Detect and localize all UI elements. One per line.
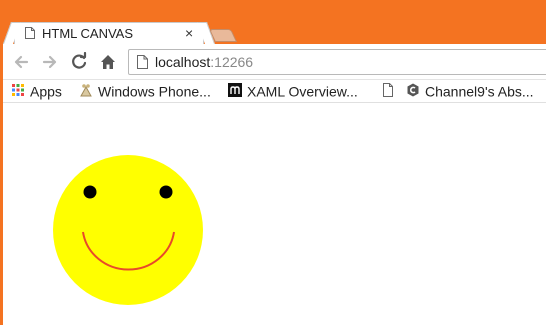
canvas [53,155,203,305]
right-eye [159,185,173,199]
bookmark-blank-page[interactable] [381,82,400,100]
smiley-face [53,155,203,305]
m-logo-icon [228,83,242,98]
url-host: localhost [155,54,211,70]
back-arrow-icon[interactable] [11,52,31,72]
url-text[interactable]: localhost:12266 [155,54,253,70]
left-eye [83,185,97,199]
toolbar: localhost:12266 [3,44,546,80]
bookmark-channel9-label: Channel9's Abs... [425,83,534,100]
browser-window: HTML CANVAS × localhost:12266 Apps Windo… [0,0,546,325]
close-tab-icon[interactable]: × [185,25,193,41]
tab-title: HTML CANVAS [42,26,134,41]
bookmark-channel9[interactable]: Channel9's Abs... [406,82,534,100]
page-icon [137,55,148,69]
address-bar[interactable]: localhost:12266 [128,49,546,75]
new-tab-button[interactable] [208,29,238,42]
bookmark-apps[interactable]: Apps [11,82,62,100]
apps-grid-icon [12,84,24,97]
blank-page-icon [383,83,393,98]
forward-arrow-icon[interactable] [40,52,60,72]
bookmarks-bar: Apps Windows Phone... XAML Overview... C… [3,80,546,103]
reload-icon[interactable] [69,52,89,72]
bookmark-windows-phone[interactable]: Windows Phone... [79,82,211,100]
url-port: :12266 [210,54,254,70]
home-icon[interactable] [98,52,118,72]
channel9-icon [407,83,419,97]
tab-html-canvas[interactable]: HTML CANVAS × [14,22,204,44]
bookmark-windows-phone-label: Windows Phone... [98,83,211,100]
tab-strip: HTML CANVAS × [0,0,546,44]
document-icon [25,27,35,39]
bookmark-apps-label: Apps [30,83,62,100]
page-content [3,103,546,325]
bookmark-xaml-overview[interactable]: XAML Overview... [228,82,358,100]
windows-phone-icon [80,84,92,97]
bookmark-xaml-overview-label: XAML Overview... [247,83,358,100]
